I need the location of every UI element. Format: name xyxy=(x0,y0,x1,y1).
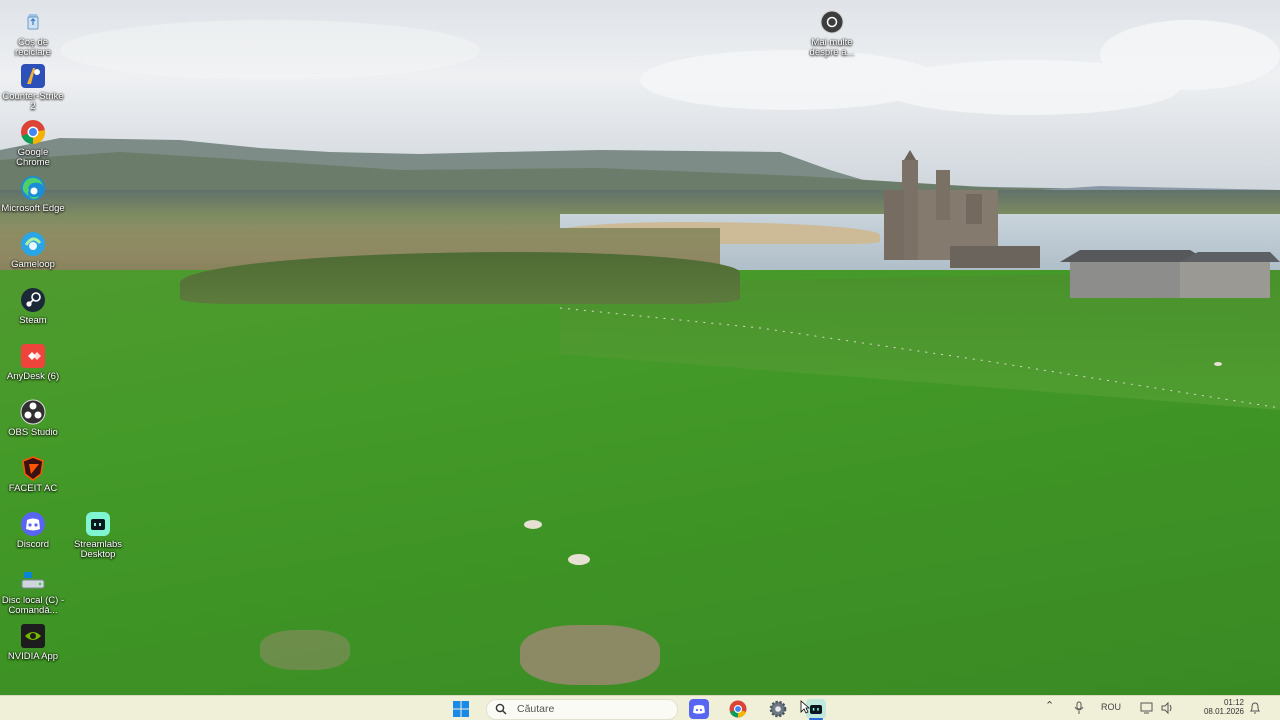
wallpaper-castle xyxy=(884,150,1280,298)
desktop-icon-anydesk[interactable]: AnyDesk (6) xyxy=(0,342,66,382)
desktop-icon-label: Google Chrome xyxy=(16,147,50,168)
search-icon xyxy=(495,703,507,715)
counter-strike-icon xyxy=(21,64,45,88)
wallpaper-sheep xyxy=(524,520,542,529)
clock-date: 08.01.2026 xyxy=(1203,707,1244,716)
desktop-icon-label: Discord xyxy=(16,539,50,550)
wallpaper-cloud xyxy=(60,20,480,80)
chrome-icon xyxy=(21,120,46,145)
desktop-icon-label: Disc local (C) - Comandă... xyxy=(1,595,65,616)
desktop-icon-faceit-ac[interactable]: FACEIT AC xyxy=(0,454,66,494)
edge-icon xyxy=(21,176,45,200)
desktop-icon-label: Counter-Strike 2 xyxy=(2,91,64,112)
taskbar-app-settings[interactable] xyxy=(768,699,788,719)
network-icon[interactable] xyxy=(1140,701,1154,715)
discord-icon xyxy=(21,512,45,536)
taskbar-app-discord[interactable] xyxy=(689,699,709,719)
desktop-icon-google-chrome[interactable]: Google Chrome xyxy=(0,118,66,168)
desktop-icon-obs-studio[interactable]: OBS Studio xyxy=(0,398,66,438)
language-indicator[interactable]: ROU xyxy=(1101,702,1121,712)
streamlabs-icon xyxy=(86,512,110,536)
desktop-icon-label: Streamlabs Desktop xyxy=(73,539,123,560)
gameloop-icon xyxy=(21,232,45,256)
desktop-icon-label: Coș de reciclare xyxy=(15,37,51,58)
desktop-icon-gameloop[interactable]: Gameloop xyxy=(0,230,66,270)
desktop-icon-label: Steam xyxy=(19,315,47,326)
desktop-icon-label: Microsoft Edge xyxy=(1,203,65,214)
recycle-bin-icon xyxy=(27,14,39,30)
desktop-icon-microsoft-edge[interactable]: Microsoft Edge xyxy=(0,174,66,214)
desktop-icon-label: Mai multe despre a... xyxy=(809,37,855,58)
taskbar-clock[interactable]: 01:12 08.01.2026 xyxy=(1188,698,1244,716)
obs-icon xyxy=(20,399,46,425)
desktop-icon-counter-strike-2[interactable]: Counter-Strike 2 xyxy=(0,62,66,112)
desktop-icon-label: AnyDesk (6) xyxy=(6,371,60,382)
tray-overflow-chevron-icon[interactable]: ⌃ xyxy=(1045,699,1054,712)
drive-icon xyxy=(21,572,45,589)
wallpaper-sheep xyxy=(1214,362,1222,366)
mouse-cursor-icon xyxy=(800,700,810,714)
desktop-icon-label: Gameloop xyxy=(11,259,55,270)
notification-bell-icon[interactable] xyxy=(1248,701,1262,715)
taskbar: Căutare ⌃ ROU 01:12 08.01.2026 xyxy=(0,695,1280,720)
desktop-icon-label: FACEIT AC xyxy=(8,483,58,494)
desktop-icon-more-about-picture[interactable]: Mai multe despre a... xyxy=(799,8,865,58)
microphone-icon[interactable] xyxy=(1073,701,1085,715)
taskbar-search-box[interactable]: Căutare xyxy=(486,699,678,720)
taskbar-app-chrome[interactable] xyxy=(728,699,748,719)
search-placeholder: Căutare xyxy=(517,703,555,715)
wallpaper-mud xyxy=(260,630,350,670)
start-button[interactable] xyxy=(452,700,470,718)
anydesk-icon xyxy=(21,344,45,368)
desktop-icon-nvidia-app[interactable]: NVIDIA App xyxy=(0,622,66,662)
desktop-icon-recycle-bin[interactable]: Coș de reciclare xyxy=(0,8,66,58)
wallpaper-mud xyxy=(520,625,660,685)
steam-icon xyxy=(21,288,45,312)
wallpaper-fence xyxy=(560,307,1280,409)
desktop-icon-streamlabs-desktop[interactable]: Streamlabs Desktop xyxy=(65,510,131,560)
desktop-icon-steam[interactable]: Steam xyxy=(0,286,66,326)
desktop-icon-discord[interactable]: Discord xyxy=(0,510,66,550)
wallpaper-sheep xyxy=(568,554,590,565)
camera-info-icon xyxy=(820,10,844,34)
faceit-icon xyxy=(22,456,44,481)
wallpaper-cloud xyxy=(1100,20,1280,90)
nvidia-icon xyxy=(21,624,45,648)
desktop-icon-local-disk[interactable]: Disc local (C) - Comandă... xyxy=(0,566,66,616)
volume-icon[interactable] xyxy=(1160,701,1174,715)
desktop-icon-label: NVIDIA App xyxy=(7,651,59,662)
desktop-icon-label: OBS Studio xyxy=(8,427,58,438)
desktop: Coș de reciclare Counter-Strike 2 Google… xyxy=(0,0,1280,720)
clock-time: 01:12 xyxy=(1223,698,1244,707)
